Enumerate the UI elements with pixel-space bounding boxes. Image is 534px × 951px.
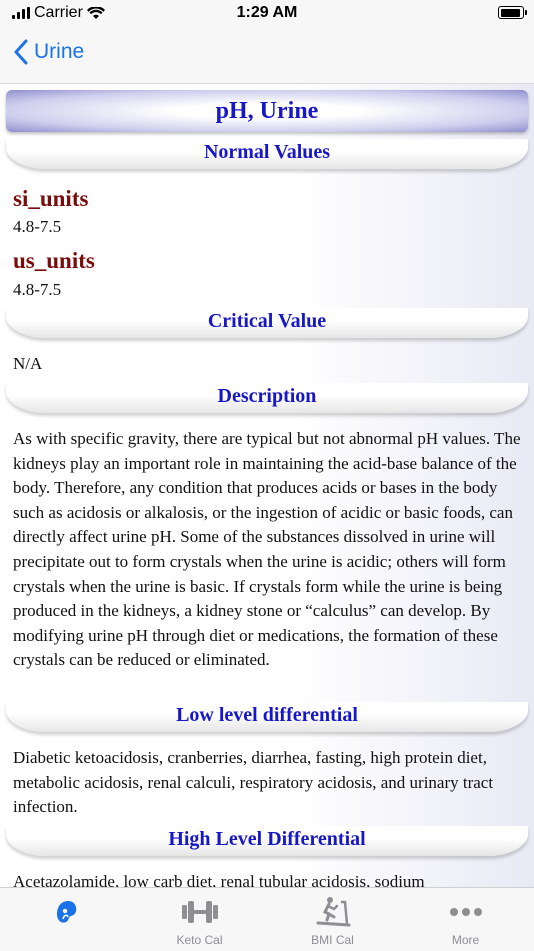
si-units-value: 4.8-7.5: [13, 217, 62, 236]
back-label: Urine: [34, 40, 85, 63]
tab-more-label: More: [451, 933, 480, 947]
section-header-low-level-differential: Low level differential: [6, 702, 528, 732]
tab-keto-cal[interactable]: Keto Cal: [133, 888, 266, 951]
critical-value-text: N/A: [13, 354, 43, 373]
tab-home[interactable]: [0, 888, 133, 951]
high-level-differential-text: Acetazolamide, low carb diet, renal tubu…: [13, 872, 425, 887]
tab-bar: Keto Cal BMI Cal More: [0, 887, 534, 951]
tab-bmi-cal-label: BMI Cal: [311, 933, 354, 947]
back-button[interactable]: Urine: [14, 39, 84, 65]
si-units-label: si_units: [13, 186, 89, 211]
section-header-critical-value: Critical Value: [6, 308, 528, 338]
status-time: 1:29 AM: [236, 4, 298, 21]
content-scroll-area[interactable]: pH, Urine Normal Values si_units 4.8-7.5…: [0, 84, 534, 887]
section-header-high-level-differential: High Level Differential: [6, 826, 528, 856]
description-text: As with specific gravity, there are typi…: [13, 429, 521, 670]
us-units-value: 4.8-7.5: [13, 280, 62, 299]
navigation-bar: Urine: [0, 28, 534, 84]
tab-bmi-cal[interactable]: BMI Cal: [266, 888, 399, 951]
chevron-left-icon: [14, 39, 28, 65]
kidney-icon: [56, 901, 76, 923]
treadmill-icon: [316, 897, 350, 927]
battery-icon: [498, 6, 527, 19]
section-header-normal-values: Normal Values: [6, 139, 528, 169]
us-units-label: us_units: [13, 248, 95, 273]
section-header-description: Description: [6, 383, 528, 413]
page-title: pH, Urine: [6, 90, 528, 132]
tab-more[interactable]: More: [399, 888, 532, 951]
tab-keto-cal-label: Keto Cal: [176, 933, 223, 947]
status-bar: Carrier 1:29 AM: [0, 0, 534, 28]
more-dots-icon: [449, 908, 482, 916]
low-level-differential-text: Diabetic ketoacidosis, cranberries, diar…: [13, 748, 494, 817]
dumbbell-icon: [181, 901, 218, 923]
